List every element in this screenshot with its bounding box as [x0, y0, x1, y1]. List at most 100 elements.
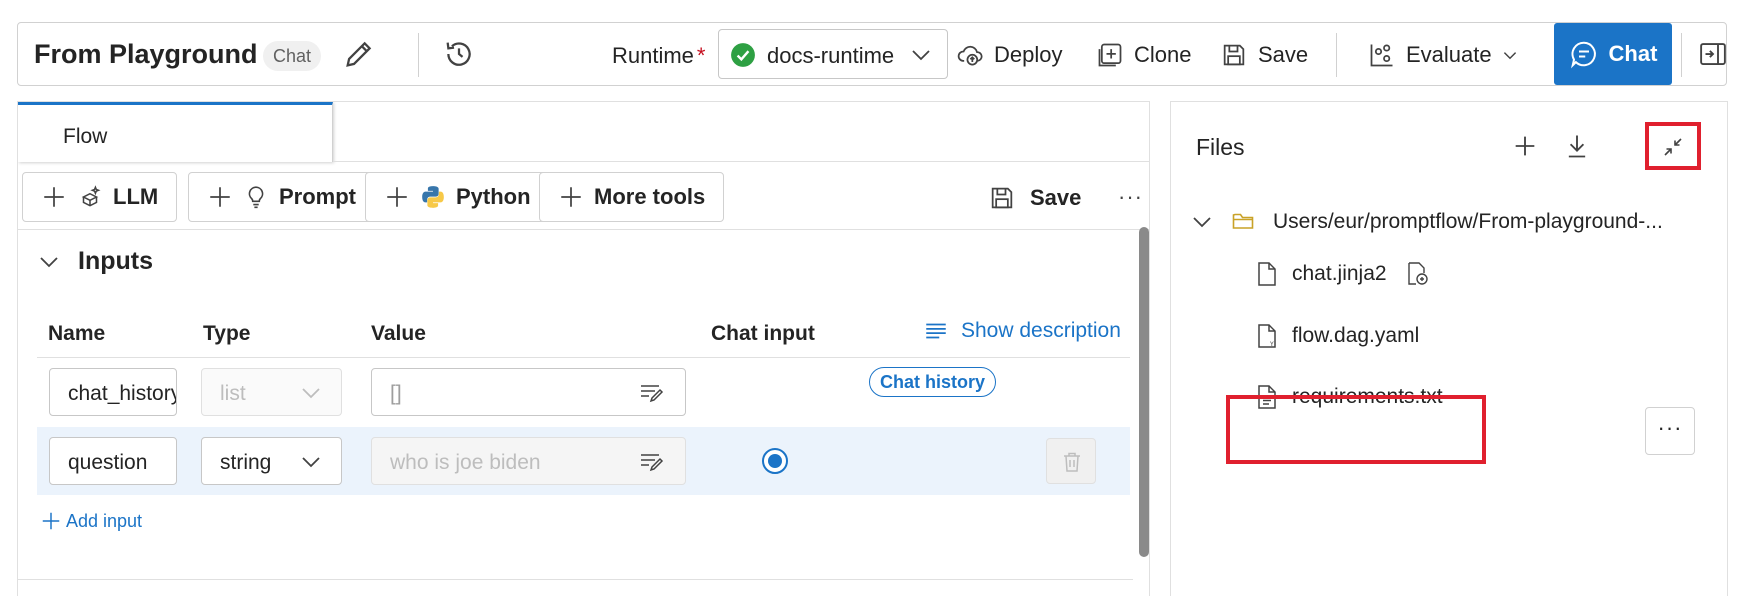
panel-toggle-icon[interactable] [1698, 39, 1728, 69]
input-name-field[interactable]: chat_history [49, 368, 177, 416]
chevron-down-icon [302, 388, 320, 399]
delete-input-button[interactable] [1046, 438, 1096, 484]
input-name-value: chat_history [68, 382, 177, 405]
deploy-button[interactable]: Deploy [956, 35, 1062, 75]
tools-row: LLM Prompt Python More tools Save ··· [18, 172, 1149, 230]
add-llm-button[interactable]: LLM [22, 172, 178, 222]
tab-divider [333, 161, 1149, 162]
svg-text:Y: Y [1269, 341, 1274, 348]
plus-icon [561, 187, 581, 207]
input-type-value: list [220, 382, 246, 405]
more-tools-label: More tools [594, 184, 706, 209]
chevron-down-icon [1503, 52, 1516, 60]
chevron-down-icon [302, 457, 320, 468]
trash-icon [1064, 452, 1080, 472]
toolbar-divider [1336, 33, 1337, 77]
runtime-value: docs-runtime [767, 43, 895, 68]
evaluate-label: Evaluate [1406, 42, 1492, 67]
input-name-value: question [68, 451, 148, 474]
input-value-field[interactable]: [] [371, 368, 686, 416]
clone-label: Clone [1134, 42, 1192, 67]
clone-button[interactable]: Clone [1096, 35, 1191, 75]
pencil-edit-icon[interactable] [342, 37, 376, 71]
file-name: chat.jinja2 [1292, 262, 1387, 285]
folder-icon [1232, 213, 1254, 229]
highlight-box [1226, 395, 1486, 464]
divider [18, 229, 1149, 230]
more-options-button[interactable]: ··· [1118, 184, 1143, 210]
runtime-dropdown[interactable]: docs-runtime [718, 29, 948, 79]
tab-flow-label: Flow [63, 125, 108, 148]
chevron-down-icon [912, 50, 930, 61]
file-item[interactable]: Y flow.dag.yaml [1256, 323, 1419, 349]
add-python-button[interactable]: Python [365, 172, 550, 222]
download-icon[interactable] [1563, 132, 1591, 160]
collapse-panel-button[interactable] [1645, 122, 1701, 170]
file-name: flow.dag.yaml [1292, 324, 1420, 347]
add-file-icon[interactable] [1511, 132, 1539, 160]
llm-sparkle-icon [81, 185, 101, 207]
divider [18, 579, 1133, 580]
evaluate-button[interactable]: Evaluate [1368, 35, 1518, 75]
file-icon [1258, 262, 1276, 286]
show-description-label: Show description [961, 319, 1121, 342]
top-toolbar: From Playground Chat Runtime * docs-runti… [17, 22, 1727, 86]
chevron-down-icon [40, 256, 58, 267]
file-item[interactable]: chat.jinja2 [1256, 261, 1431, 287]
input-type-select[interactable]: list [201, 368, 342, 416]
add-input-label: Add input [66, 510, 143, 531]
plus-icon [44, 187, 64, 207]
chat-label: Chat [1608, 41, 1658, 66]
show-description-button[interactable]: Show description [923, 318, 1121, 344]
cloud-upload-icon [957, 45, 983, 66]
chat-bubble-icon [1570, 41, 1596, 69]
runtime-label: Runtime * [612, 43, 705, 69]
vertical-scrollbar[interactable] [1139, 227, 1149, 596]
add-input-button[interactable]: Add input [40, 510, 142, 532]
toolbar-divider [418, 33, 419, 77]
root-folder-label[interactable]: Users/eur/promptflow/From-playground-... [1273, 210, 1693, 234]
save-icon [1223, 44, 1245, 66]
scrollbar-thumb[interactable] [1139, 227, 1149, 557]
table-divider [37, 357, 1130, 358]
input-type-select[interactable]: string [201, 437, 342, 485]
files-title: Files [1196, 134, 1245, 160]
add-prompt-button[interactable]: Prompt [188, 172, 375, 222]
flow-save-label: Save [1030, 185, 1082, 210]
chevron-down-icon[interactable] [1191, 212, 1213, 232]
file-more-options-button[interactable]: ··· [1645, 407, 1695, 455]
python-icon [422, 186, 444, 208]
collapse-icon [1664, 138, 1682, 156]
edit-value-icon[interactable] [639, 381, 665, 405]
page-title: From Playground [34, 39, 258, 69]
column-header-name: Name [48, 322, 106, 345]
save-icon [991, 187, 1013, 209]
input-value-text: [] [390, 382, 402, 405]
input-type-value: string [220, 451, 272, 474]
chat-input-radio[interactable] [762, 448, 788, 474]
column-header-value: Value [371, 322, 426, 345]
runtime-label-text: Runtime [612, 43, 694, 68]
text-lines-icon [926, 323, 946, 339]
prompt-label: Prompt [279, 184, 356, 209]
clone-icon [1098, 43, 1122, 67]
flow-save-button[interactable]: Save [988, 184, 1081, 212]
flow-panel: Flow LLM Prompt Python More tools Save ·… [17, 101, 1150, 596]
save-button[interactable]: Save [1220, 35, 1308, 75]
chat-history-badge: Chat history [869, 367, 997, 397]
column-header-chat-input: Chat input [711, 322, 815, 345]
tab-flow[interactable]: Flow [18, 102, 333, 162]
column-header-type: Type [203, 322, 251, 345]
plus-icon [210, 187, 230, 207]
history-icon[interactable] [442, 37, 476, 71]
files-panel: Files Users/eur/promptflow/From-playgrou… [1170, 101, 1728, 596]
file-link-icon [1407, 262, 1428, 285]
input-name-field[interactable]: question [49, 437, 177, 485]
edit-value-icon[interactable] [639, 450, 665, 474]
deploy-label: Deploy [994, 42, 1063, 67]
input-value-field[interactable]: who is joe biden [371, 437, 686, 485]
lightbulb-icon [248, 186, 264, 209]
chat-button[interactable]: Chat [1554, 23, 1672, 85]
inputs-section-header[interactable]: Inputs [38, 247, 153, 276]
more-tools-button[interactable]: More tools [539, 172, 725, 222]
